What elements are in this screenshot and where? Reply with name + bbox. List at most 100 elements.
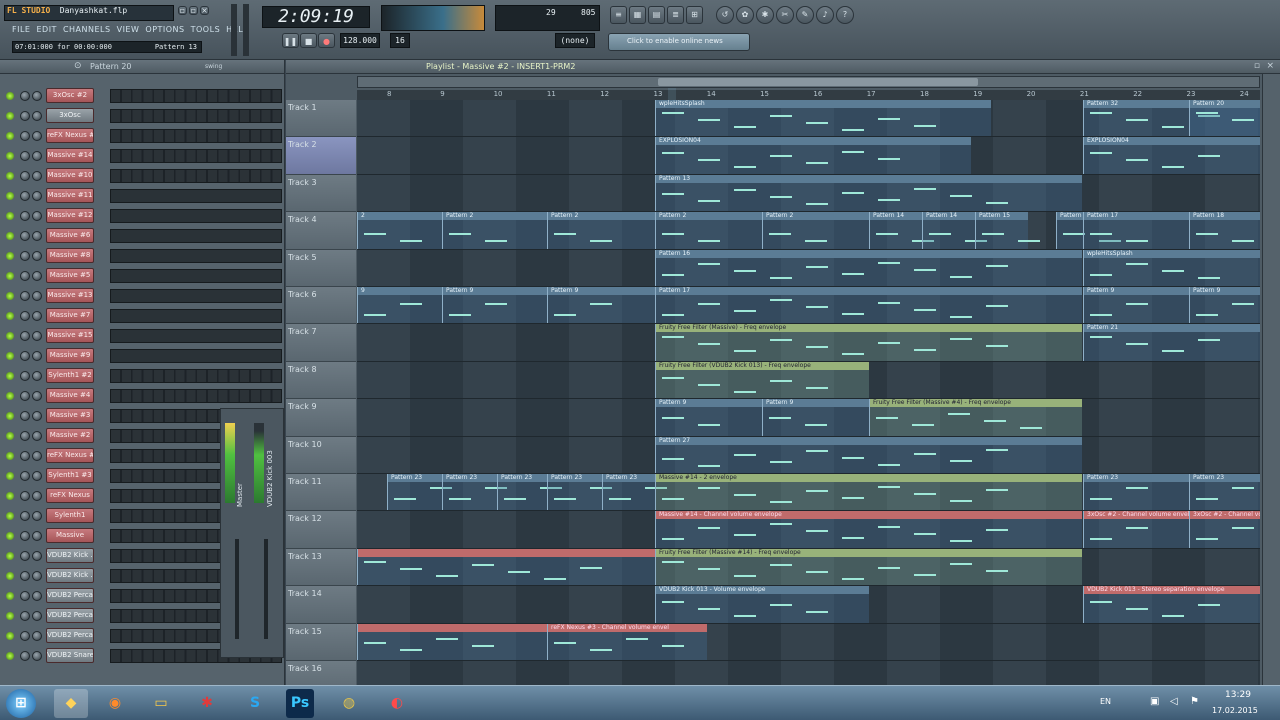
channel-name-button[interactable]: Massive #4 [46,388,94,403]
channel-name-button[interactable]: reFX Nexus #2 [46,448,94,463]
channel-step-grid[interactable] [110,329,282,343]
channel-volume-knob[interactable] [20,91,30,101]
channel-volume-knob[interactable] [20,131,30,141]
playlist-clip[interactable]: Pattern 16 [655,249,1082,286]
playlist-clip[interactable]: wpleHitsSplash [1083,249,1260,286]
channel-pan-knob[interactable] [32,511,42,521]
channel-mute-led[interactable] [6,652,14,660]
playlist-clip[interactable] [357,623,547,660]
playlist-clip[interactable]: Pattern 9 [762,399,869,436]
channel-volume-knob[interactable] [20,351,30,361]
channel-mute-led[interactable] [6,612,14,620]
app-taskbar-icon[interactable]: ✱ [190,689,224,718]
vertical-scrollbar[interactable] [1262,74,1280,685]
playlist-clip[interactable]: Pattern 9 [655,399,762,436]
channel-volume-knob[interactable] [20,611,30,621]
tempo-display[interactable]: 128.000 [340,33,380,48]
close-icon[interactable]: × [200,6,209,15]
track-lane[interactable]: Pattern 9 Pattern 9 Fruity Free Filter (Ma… [357,399,1260,437]
channel-volume-knob[interactable] [20,571,30,581]
close-icon[interactable]: × [1266,61,1274,71]
channel-step-grid[interactable] [110,89,282,103]
playlist-clip[interactable] [357,548,655,586]
channel-mute-led[interactable] [6,552,14,560]
pause-button[interactable]: ❚❚ [282,33,299,48]
playlist-clip[interactable]: 2 [357,212,442,249]
channel-row[interactable]: Massive #4 [0,386,283,406]
channel-name-button[interactable]: Massive #13 [46,288,94,303]
channel-name-button[interactable]: VDUB2 Kick ... [46,548,94,563]
channel-step-grid[interactable] [110,369,282,383]
channel-step-grid[interactable] [110,309,282,323]
step-sequencer-icon[interactable]: ▦ [629,6,646,24]
channel-mute-led[interactable] [6,392,14,400]
channel-volume-knob[interactable] [20,231,30,241]
channel-step-grid[interactable] [110,389,282,403]
playlist-clip[interactable]: Fruity Free Filter (Massive #4) - Freq e… [869,399,1082,436]
channel-name-button[interactable]: Massive #2 [46,428,94,443]
channel-volume-knob[interactable] [20,591,30,601]
channel-mute-led[interactable] [6,192,14,200]
channel-volume-knob[interactable] [20,551,30,561]
channel-step-grid[interactable] [110,169,282,183]
channel-pan-knob[interactable] [32,551,42,561]
channel-volume-knob[interactable] [20,451,30,461]
help-icon[interactable]: ? [836,6,854,24]
track-label[interactable]: Track 3 [286,174,356,213]
channel-volume-knob[interactable] [20,651,30,661]
channel-row[interactable]: Massive #12 [0,206,283,226]
plugin-icon[interactable]: ♪ [816,6,834,24]
timeline-ruler[interactable]: 8 9 10 11 12 13 14 15 16 17 18 19 20 21 22 23 24 [357,90,1260,100]
channel-mute-led[interactable] [6,372,14,380]
playlist-clip[interactable]: Pattern 14 [922,212,987,249]
channel-row[interactable]: Massive #14 [0,146,283,166]
track-label[interactable]: Track 10 [286,436,356,474]
channel-mute-led[interactable] [6,272,14,280]
master-volume-slider[interactable] [231,4,237,56]
save-icon[interactable]: ✿ [736,6,754,24]
channel-mute-led[interactable] [6,632,14,640]
channel-pan-knob[interactable] [32,231,42,241]
channel-name-button[interactable]: reFX Nexus #3 [46,128,94,143]
playlist-clip[interactable]: Pattern 23 [547,474,612,511]
channel-step-grid[interactable] [110,289,282,303]
playlist-clip[interactable]: Pattern 21 [1083,324,1260,361]
playlist-clip[interactable]: Massive #14 - Channel volume envelope [655,511,1082,548]
tools-icon[interactable]: ✎ [796,6,814,24]
playlist-clip[interactable]: Pattern 23 [1083,474,1189,511]
channel-name-button[interactable]: Massive #7 [46,308,94,323]
channel-volume-knob[interactable] [20,251,30,261]
channel-volume-knob[interactable] [20,431,30,441]
channel-step-grid[interactable] [110,229,282,243]
menu-channels[interactable]: CHANNELS [63,25,111,34]
track-lane[interactable]: 9 Pattern 9 Pattern 9 Pattern 17 Pattern 9 Pa… [357,287,1260,325]
channel-pan-knob[interactable] [32,391,42,401]
channel-volume-knob[interactable] [20,151,30,161]
channel-mute-led[interactable] [6,432,14,440]
fl-studio-taskbar-icon[interactable]: ◆ [54,689,88,718]
online-news-button[interactable]: Click to enable online news [608,33,750,51]
channel-name-button[interactable]: Massive #14 [46,148,94,163]
channel-pan-knob[interactable] [32,571,42,581]
channel-name-button[interactable]: VDUB2 Perca... [46,628,94,643]
channel-name-button[interactable]: Massive #6 [46,228,94,243]
playlist-clip[interactable]: Pattern 15 [975,212,1040,249]
channel-pan-knob[interactable] [32,451,42,461]
track-lane[interactable]: Pattern 27 [357,436,1260,474]
channel-name-button[interactable]: VDUB2 Perca... [46,588,94,603]
language-indicator[interactable]: EN [1100,697,1111,706]
channel-mute-led[interactable] [6,452,14,460]
channel-name-button[interactable]: Sylenth1 [46,508,94,523]
chrome-taskbar-icon[interactable]: ◍ [332,689,366,718]
channel-name-button[interactable]: VDUB2 Kick ... [46,568,94,583]
track-lane[interactable]: Fruity Free Filter (Massive #14) - Freq … [357,548,1260,587]
photoshop-taskbar-icon[interactable]: Ps [286,689,314,718]
track-lane[interactable]: Pattern 23 Pattern 23 Pattern 23 Pattern 23… [357,474,1260,512]
volume-icon[interactable]: ◁ [1170,696,1178,707]
playlist-clip[interactable]: Pattern 9 [442,287,547,324]
channel-mute-led[interactable] [6,252,14,260]
channel-mute-led[interactable] [6,592,14,600]
flag-icon[interactable]: ⚑ [1190,696,1199,707]
stop-button[interactable]: ■ [300,33,317,48]
channel-pan-knob[interactable] [32,591,42,601]
